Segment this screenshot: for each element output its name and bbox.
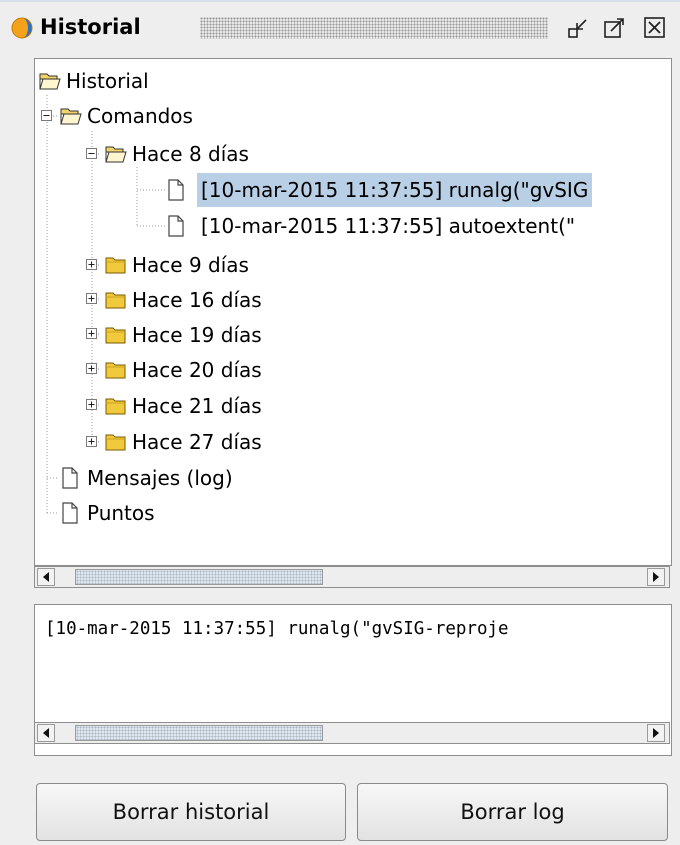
open-folder-icon — [105, 143, 127, 165]
document-icon — [165, 215, 187, 237]
clear-history-button[interactable]: Borrar historial — [36, 783, 346, 841]
tree-node-days-19[interactable]: Hace 19 días — [35, 318, 355, 352]
scroll-right-arrow-icon[interactable] — [647, 724, 665, 742]
tree-node-days-16[interactable]: Hace 16 días — [35, 283, 355, 317]
tree-node-entry-autoextent[interactable]: [10-mar-2015 11:37:55] autoextent(" — [35, 209, 671, 243]
closed-folder-icon — [105, 431, 127, 453]
closed-folder-icon — [105, 395, 127, 417]
closed-folder-icon — [105, 289, 127, 311]
tree-node-label: Historial — [66, 69, 149, 93]
log-text: [10-mar-2015 11:37:55] runalg("gvSIG-rep… — [45, 619, 509, 639]
document-icon — [59, 502, 81, 524]
history-tree[interactable]: Historial Comandos Hace 8 días [10-mar-2… — [34, 58, 672, 566]
gvsig-app-icon — [10, 16, 34, 40]
scroll-left-arrow-icon[interactable] — [37, 724, 55, 742]
open-folder-icon — [60, 105, 82, 127]
tree-node-label: Hace 19 días — [132, 323, 262, 347]
clear-log-button[interactable]: Borrar log — [357, 783, 668, 841]
document-icon — [59, 467, 81, 489]
tree-node-entry-runalg[interactable]: [10-mar-2015 11:37:55] runalg("gvSIG — [35, 173, 671, 207]
tree-node-label: Hace 9 días — [132, 253, 249, 277]
log-horizontal-scrollbar[interactable] — [34, 722, 670, 744]
window-title: Historial — [40, 15, 141, 39]
open-folder-icon — [39, 70, 61, 92]
tree-node-days-20[interactable]: Hace 20 días — [35, 353, 355, 387]
title-bar[interactable]: Historial — [0, 0, 680, 52]
tree-node-label: Comandos — [87, 104, 193, 128]
tree-node-label: Hace 20 días — [132, 358, 262, 382]
tree-node-historial[interactable]: Historial — [35, 64, 335, 98]
tree-node-label: Hace 8 días — [132, 142, 249, 166]
tree-node-mensajes-log[interactable]: Mensajes (log) — [35, 461, 355, 495]
document-icon — [165, 179, 187, 201]
title-drag-grip[interactable] — [200, 17, 548, 39]
close-icon[interactable] — [643, 16, 667, 40]
closed-folder-icon — [105, 254, 127, 276]
tree-node-days-21[interactable]: Hace 21 días — [35, 389, 355, 423]
scroll-left-arrow-icon[interactable] — [37, 568, 55, 586]
scroll-right-arrow-icon[interactable] — [647, 568, 665, 586]
tree-node-days-9[interactable]: Hace 9 días — [35, 248, 355, 282]
tree-node-label: Puntos — [87, 501, 155, 525]
tree-node-days-27[interactable]: Hace 27 días — [35, 425, 355, 459]
tree-node-puntos[interactable]: Puntos — [35, 496, 355, 530]
tree-node-label: [10-mar-2015 11:37:55] autoextent(" — [201, 214, 576, 238]
scroll-thumb[interactable] — [75, 725, 323, 741]
tree-horizontal-scrollbar[interactable] — [34, 566, 670, 588]
tree-node-label: Hace 27 días — [132, 430, 262, 454]
minimize-icon[interactable] — [567, 16, 591, 40]
tree-node-label: Hace 21 días — [132, 394, 262, 418]
tree-node-days-8[interactable]: Hace 8 días — [35, 137, 355, 171]
tree-node-label: Hace 16 días — [132, 288, 262, 312]
closed-folder-icon — [105, 324, 127, 346]
maximize-icon[interactable] — [603, 16, 627, 40]
tree-node-label: [10-mar-2015 11:37:55] runalg("gvSIG — [197, 173, 593, 207]
tree-node-label: Mensajes (log) — [87, 466, 233, 490]
scroll-thumb[interactable] — [75, 569, 323, 585]
closed-folder-icon — [105, 359, 127, 381]
tree-node-comandos[interactable]: Comandos — [35, 99, 335, 133]
